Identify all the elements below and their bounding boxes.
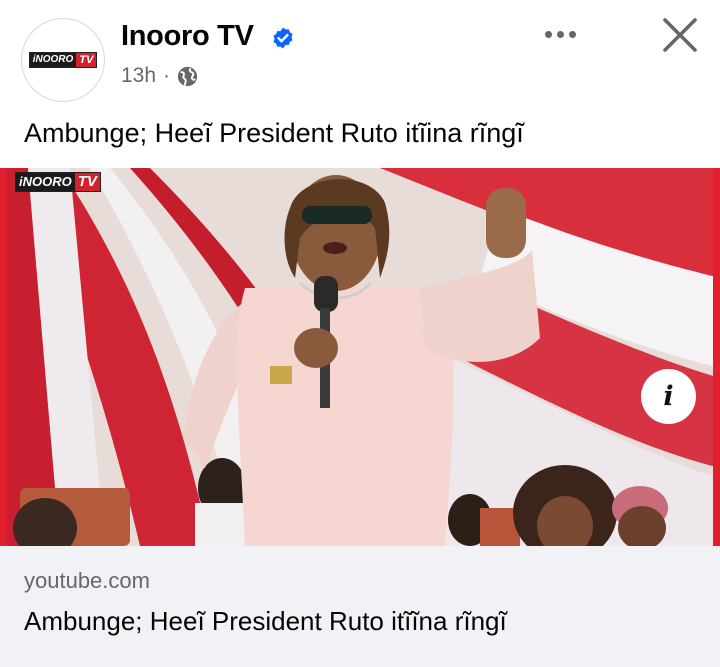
more-options-icon	[556, 30, 564, 38]
post-meta: 13h ·	[121, 64, 198, 88]
link-title: Ambunge; Heeĩ President Ruto itĩĩna rĩng…	[24, 606, 507, 636]
thumbnail-image	[0, 168, 720, 546]
more-options-button[interactable]	[538, 22, 582, 46]
more-options-icon	[568, 30, 576, 38]
verified-badge-icon	[273, 27, 293, 49]
logo-text-left: iNOORO	[29, 53, 77, 67]
link-domain: youtube.com	[24, 568, 150, 593]
post-header: iNOORO TV Inooro TV 13h ·	[0, 0, 720, 108]
page-name[interactable]: Inooro TV	[121, 20, 254, 53]
post-text: Ambunge; Heeĩ President Ruto itĩina rĩng…	[24, 118, 524, 148]
watermark-logo: iNOORO TV	[15, 172, 101, 192]
watermark-text-right: TV	[74, 173, 100, 191]
logo-text-right: TV	[76, 53, 97, 67]
video-watermark: iNOORO TV	[15, 172, 101, 192]
post-time[interactable]: 13h	[121, 64, 156, 88]
inooro-logo: iNOORO TV	[28, 52, 98, 68]
more-options-icon	[544, 30, 552, 38]
meta-separator: ·	[163, 64, 171, 87]
info-icon[interactable]: i	[641, 369, 696, 424]
video-thumbnail[interactable]: iNOORO TV i	[0, 168, 720, 546]
watermark-text-left: iNOORO	[16, 173, 75, 191]
page-avatar[interactable]: iNOORO TV	[21, 18, 105, 102]
link-preview[interactable]: youtube.com Ambunge; Heeĩ President Ruto…	[0, 546, 720, 667]
globe-icon[interactable]	[177, 66, 198, 87]
close-icon[interactable]	[657, 12, 703, 58]
